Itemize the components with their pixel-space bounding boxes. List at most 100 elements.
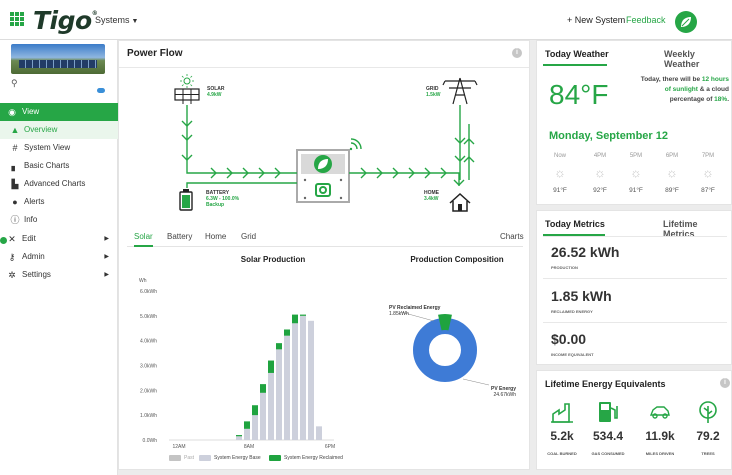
user-leaf-avatar[interactable] [675, 11, 697, 33]
tab-today-weather[interactable]: Today Weather [545, 49, 609, 59]
power-flow-panel: Power Flow i SOLAR 4.9kW GRID 1.5kW BATT… [118, 40, 530, 470]
tab-today-metrics[interactable]: Today Metrics [545, 219, 605, 229]
tab-weekly-weather[interactable]: Weekly Weather [664, 49, 731, 69]
coal-burned-label: COAL BURNED [547, 451, 577, 456]
solar-panel-icon [174, 74, 200, 104]
location-pin-icon[interactable]: ⚲ [11, 78, 18, 89]
battery-icon [179, 189, 193, 211]
production-composition-title: Production Composition [410, 255, 504, 264]
divider [543, 278, 727, 279]
y-tick-label: 6.0kWh [140, 289, 157, 295]
bar-energy-base [252, 415, 258, 440]
bar-energy-base [236, 436, 242, 440]
active-tab-underline [543, 64, 607, 66]
new-system-button[interactable]: + New System [567, 15, 625, 25]
sidebar-item-admin[interactable]: ⚷ Admin ▶ [0, 248, 118, 266]
sun-icon: ☼ [702, 165, 714, 180]
forecast-time: Now [553, 153, 566, 159]
divider [543, 236, 727, 237]
home-value: 3.4kW [424, 196, 439, 202]
miles-driven-label: MILES DRIVEN [645, 451, 675, 456]
bar-chart-icon: ▖ [11, 161, 19, 171]
bar-energy-base [316, 426, 322, 440]
sidebar-item-alerts[interactable]: ● Alerts [0, 193, 118, 211]
bar-energy-reclaimed [244, 421, 250, 429]
tab-battery[interactable]: Battery [167, 231, 192, 247]
leader-line [462, 378, 490, 386]
bar-energy-reclaimed [236, 435, 242, 437]
gas-pump-icon [599, 402, 618, 422]
sidebar-collapse-handle[interactable] [0, 237, 7, 244]
bar-energy-reclaimed [276, 343, 282, 350]
y-tick-label: 1.0kWh [140, 413, 157, 419]
production-label: PRODUCTION [551, 265, 578, 270]
forecast-temp: 91°F [553, 187, 567, 194]
battery-mode: Backup [206, 202, 225, 208]
sidebar-item-settings[interactable]: ✲ Settings ▶ [0, 266, 118, 284]
reclaimed-label: RECLAIMED ENERGY [551, 309, 593, 314]
current-temperature: 84°F [549, 79, 609, 110]
trees-label: TREES [701, 451, 715, 456]
sidebar-item-basic-charts[interactable]: ▖ Basic Charts [0, 157, 118, 175]
info-icon[interactable]: i [512, 48, 522, 58]
info-icon[interactable]: i [720, 378, 730, 388]
chevron-right-icon: ▶ [104, 254, 109, 260]
bar-energy-base [260, 392, 266, 440]
top-bar: Tigo® Systems ▼ + New System Feedback [0, 0, 732, 40]
gas-consumed-label: GAS CONSUMED [591, 451, 625, 456]
sun-icon: ☼ [666, 165, 678, 180]
legend-past[interactable]: Past [169, 455, 194, 462]
inverter-icon [296, 138, 362, 203]
x-tick-label: 6PM [325, 444, 335, 450]
weather-panel: Today Weather Weekly Weather 84°F Today,… [536, 40, 732, 205]
y-tick-label: 5.0kWh [140, 314, 157, 320]
cloud-icon [97, 88, 105, 93]
y-tick-label: 4.0kWh [140, 339, 157, 345]
tab-solar[interactable]: Solar [134, 231, 153, 247]
metrics-panel: Today Metrics Lifetime Metrics 26.52 kWh… [536, 210, 732, 365]
tab-home[interactable]: Home [205, 231, 226, 247]
sidebar-item-system-view[interactable]: # System View [0, 139, 118, 157]
apps-grid-icon[interactable] [10, 12, 24, 26]
legend-base[interactable]: System Energy Base [199, 455, 261, 462]
panel-title: Power Flow [127, 48, 183, 59]
y-tick-label: 2.0kWh [140, 388, 157, 394]
feedback-link[interactable]: Feedback [626, 15, 666, 25]
trees-value: 79.2 [696, 429, 720, 443]
forecast-temp: 92°F [593, 187, 607, 194]
alert-icon: ● [12, 197, 18, 207]
legend-reclaimed[interactable]: System Energy Reclaimed [269, 455, 343, 462]
bar-energy-base [268, 372, 274, 440]
tigo-logo[interactable]: Tigo® [33, 6, 98, 35]
sidebar-item-view[interactable]: ◉ View [0, 103, 118, 121]
charts-link[interactable]: Charts [500, 231, 524, 247]
info-icon: ⓘ [10, 215, 20, 225]
pie-label-reclaimed: PV Reclaimed Energy 1.85kWh [389, 305, 441, 317]
forecast-temp: 91°F [629, 187, 643, 194]
home-icon [449, 192, 471, 212]
forecast-temp: 89°F [665, 187, 679, 194]
bar-energy-reclaimed [252, 405, 258, 416]
weather-summary: Today, there will be 12 hours of sunligh… [640, 76, 729, 103]
bar-chart-icon: ▙ [11, 179, 19, 189]
weather-date: Monday, September 12 [549, 130, 668, 142]
forecast-temp: 87°F [701, 187, 715, 194]
sidebar-item-edit[interactable]: ✕ Edit ▶ [0, 230, 118, 248]
tree-icon [699, 401, 717, 423]
tab-grid[interactable]: Grid [241, 231, 256, 247]
sidebar-item-info[interactable]: ⓘ Info [0, 211, 118, 229]
gas-consumed-value: 534.4 [592, 429, 624, 443]
car-icon [649, 406, 670, 419]
chevron-right-icon: ▶ [104, 236, 109, 242]
income-value: $0.00 [551, 331, 587, 347]
systems-dropdown[interactable]: Systems ▼ [95, 15, 138, 25]
eye-icon: ◉ [8, 107, 16, 117]
sun-icon: ☼ [594, 165, 606, 180]
sidebar-item-advanced-charts[interactable]: ▙ Advanced Charts [0, 175, 118, 193]
sidebar: ⚲ ◉ View ▲ Overview # System View ▖ Basic Ch… [0, 40, 118, 475]
bar-energy-base [276, 349, 282, 440]
grid-tower-icon [442, 77, 478, 105]
panel-title: Lifetime Energy Equivalents [545, 379, 666, 389]
sidebar-item-overview[interactable]: ▲ Overview [0, 121, 118, 139]
solar-production-chart: Wh 0.0Wh 1.0kWh 2.0kWh 3.0kWh 4.0kWh 5.0kWh 6.0… [139, 278, 335, 450]
